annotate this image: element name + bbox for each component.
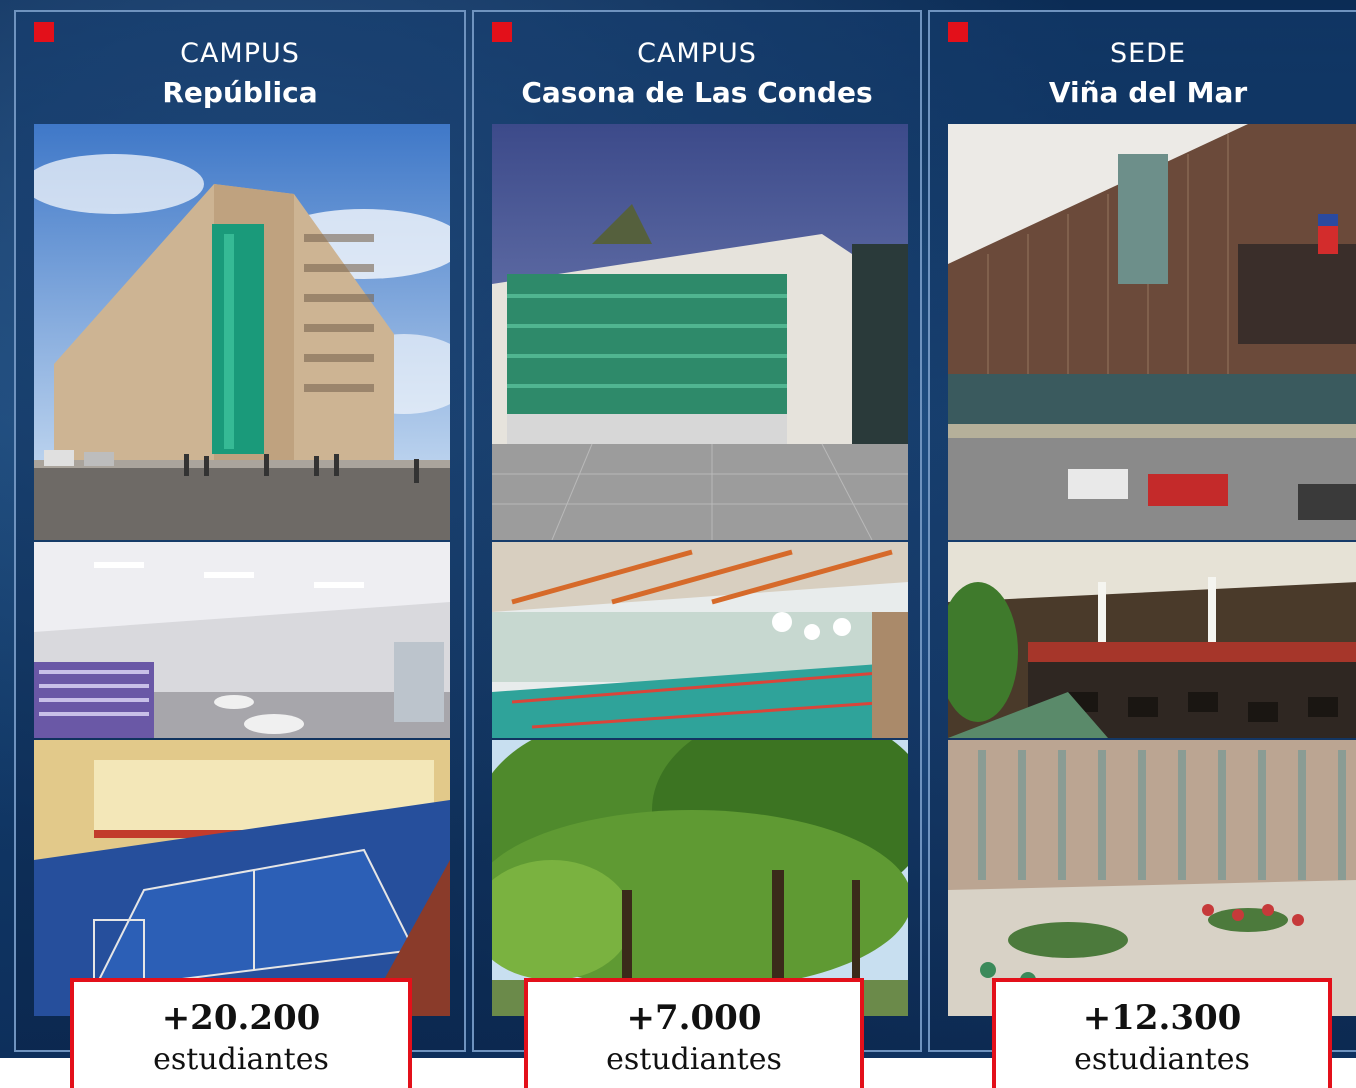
campus-name: Viña del Mar (1048, 76, 1248, 109)
campus-kind-label: CAMPUS (637, 38, 757, 69)
campus-panel-casona: CAMPUS Casona de Las Condes (472, 10, 922, 1052)
building-photo (948, 124, 1356, 540)
student-count: +12.300 (1082, 998, 1242, 1038)
gym-photo (34, 740, 450, 1016)
courtyard-photo (948, 740, 1356, 1016)
student-count: +7.000 (626, 998, 762, 1038)
student-count-label: estudiantes (1074, 1042, 1250, 1077)
student-count-box-republica: +20.200 estudiantes (70, 978, 412, 1088)
park-photo (492, 740, 908, 1016)
student-count: +20.200 (161, 998, 321, 1038)
campus-name: Casona de Las Condes (521, 76, 873, 109)
campus-panel-republica: CAMPUS República (14, 10, 466, 1052)
student-count-label: estudiantes (153, 1042, 329, 1077)
cafeteria-photo (948, 542, 1356, 738)
campus-name: República (162, 76, 318, 109)
building-photo (492, 124, 908, 540)
campus-panel-vina-del-mar: SEDE Viña del Mar (928, 10, 1356, 1052)
library-photo (34, 542, 450, 738)
pool-photo (492, 542, 908, 738)
building-photo (34, 124, 450, 540)
campus-kind-label: CAMPUS (180, 38, 300, 69)
student-count-box-casona: +7.000 estudiantes (524, 978, 864, 1088)
student-count-label: estudiantes (606, 1042, 782, 1077)
campus-kind-label: SEDE (1109, 38, 1187, 69)
student-count-box-vina-del-mar: +12.300 estudiantes (992, 978, 1332, 1088)
